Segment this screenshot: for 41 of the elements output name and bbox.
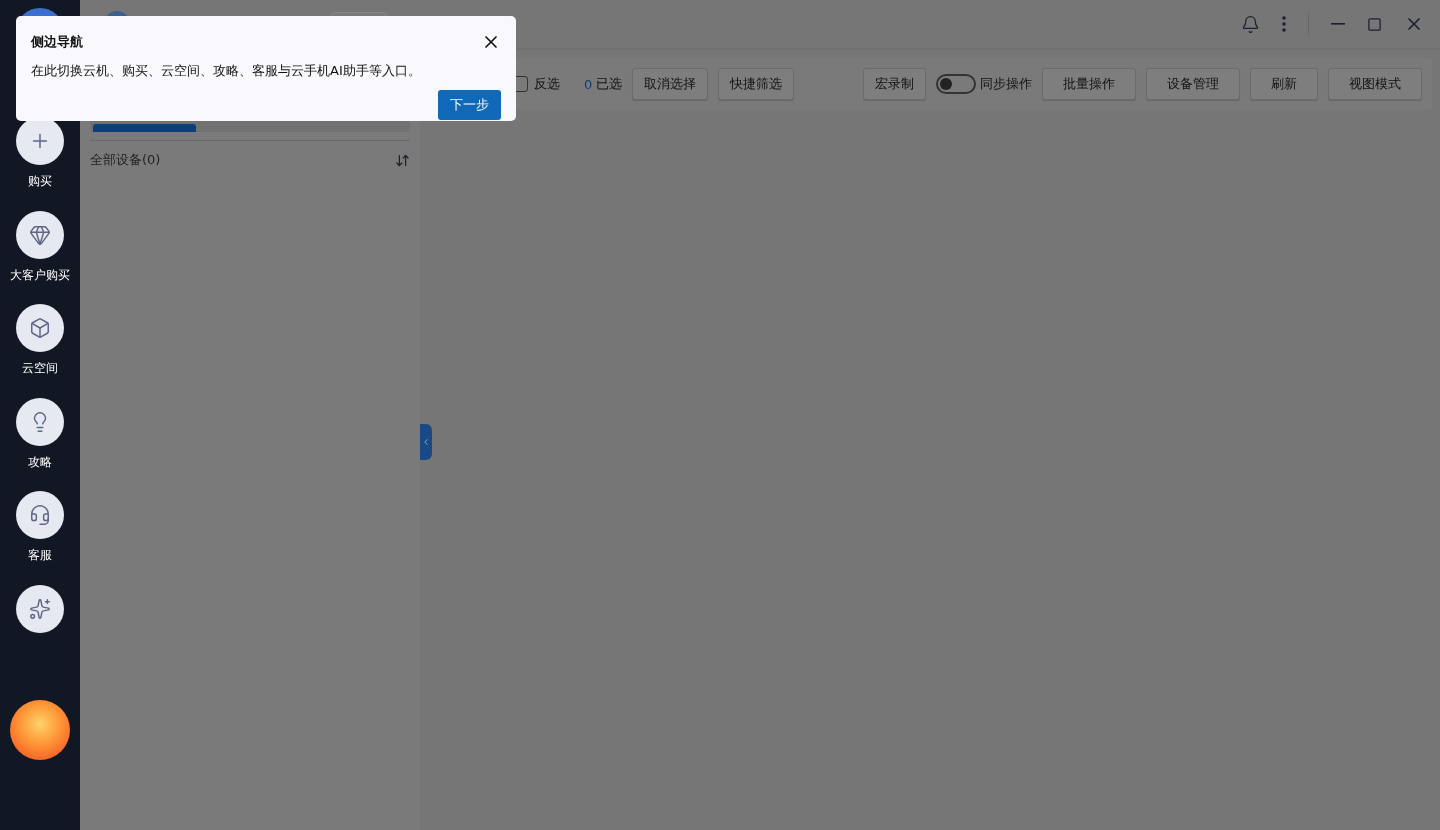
maximize-icon — [1367, 16, 1382, 32]
selected-label: 已选 — [596, 75, 623, 93]
collapse-handle[interactable] — [420, 424, 432, 460]
sort-arrows-icon — [395, 152, 410, 168]
sidebar-item[interactable] — [16, 491, 64, 539]
bell-icon — [1241, 14, 1260, 34]
more-icon — [1282, 16, 1286, 32]
toolbar-button[interactable]: 批量操作 — [1042, 68, 1136, 100]
sort-icon[interactable] — [395, 152, 410, 168]
sidebar-item[interactable] — [16, 397, 64, 446]
notification-button[interactable] — [1241, 14, 1260, 34]
sidebar-item[interactable] — [16, 210, 64, 259]
toolbar-button[interactable]: 设备管理 — [1146, 68, 1240, 100]
sidebar-label: 云空间 — [22, 360, 58, 377]
cube-icon — [29, 317, 51, 339]
sync-label: 同步操作 — [980, 75, 1032, 93]
sidebar-label: 客服 — [28, 547, 52, 564]
toolbar-button[interactable]: 视图模式 — [1328, 68, 1422, 100]
toolbar-button[interactable]: 刷新 — [1250, 68, 1318, 100]
chevron-left-icon — [421, 437, 431, 447]
toolbar-button[interactable]: 快捷筛选 — [718, 68, 795, 100]
promo-badge-icon[interactable] — [10, 700, 70, 760]
more-button[interactable] — [1282, 16, 1286, 32]
sync-toggle[interactable] — [936, 74, 976, 94]
group-label[interactable]: 全部设备(0) — [90, 151, 161, 169]
minimize-icon — [1331, 23, 1345, 25]
sidebar-item[interactable] — [16, 304, 64, 352]
sidebar-label: 购买 — [28, 173, 52, 190]
ai-assistant-button[interactable] — [16, 584, 64, 633]
sidebar-label: 攻略 — [28, 453, 52, 471]
sparkles-icon — [29, 597, 51, 620]
toolbar-button[interactable]: 取消选择 — [632, 68, 709, 100]
next-button[interactable]: 下一步 — [438, 90, 501, 120]
headset-icon — [29, 504, 51, 526]
gem-icon — [29, 223, 51, 246]
macro-button[interactable]: 宏录制 — [863, 68, 926, 100]
popup-text: 在此切换云机、购买、云空间、攻略、客服与云手机AI助手等入口。 — [31, 62, 422, 80]
maximize-button[interactable] — [1367, 16, 1382, 32]
selected-count: 0 — [584, 76, 593, 92]
popup-title: 侧边导航 — [31, 33, 83, 51]
sidebar-label: 大客户购买 — [10, 266, 70, 284]
